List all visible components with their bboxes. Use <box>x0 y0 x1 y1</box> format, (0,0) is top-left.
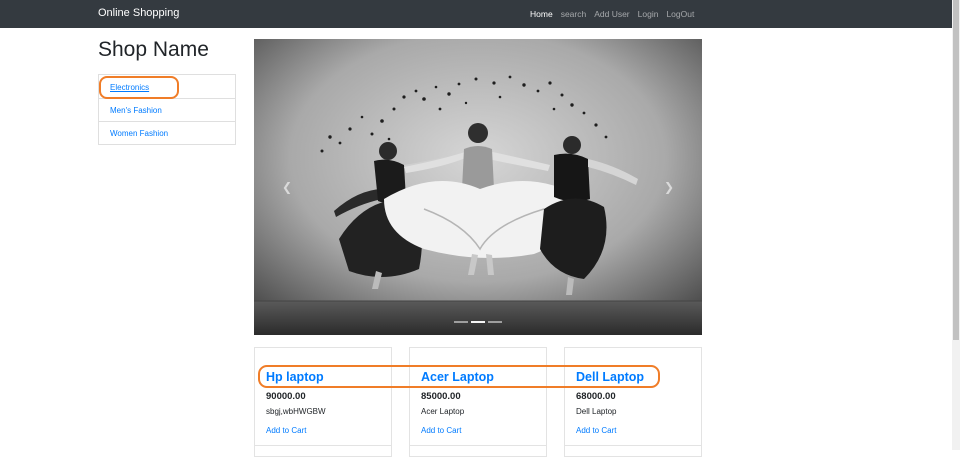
product-price: 85000.00 <box>421 391 461 402</box>
image-carousel[interactable]: ❮ ❯ <box>254 39 702 335</box>
shop-name-heading: Shop Name <box>98 38 209 61</box>
carousel-indicator[interactable] <box>488 321 502 323</box>
page-scrollbar[interactable] <box>952 0 960 450</box>
nav-link-home[interactable]: Home <box>530 9 553 19</box>
product-card: Dell Laptop 68000.00 Dell Laptop Add to … <box>564 347 702 457</box>
product-title[interactable]: Hp laptop <box>266 370 324 384</box>
nav-link-search[interactable]: search <box>561 9 587 19</box>
add-to-cart-link[interactable]: Add to Cart <box>266 426 306 435</box>
product-title[interactable]: Acer Laptop <box>421 370 494 384</box>
carousel-indicator[interactable] <box>454 321 468 323</box>
product-description: Dell Laptop <box>576 407 617 416</box>
add-to-cart-link[interactable]: Add to Cart <box>421 426 461 435</box>
product-price: 68000.00 <box>576 391 616 402</box>
carousel-indicators <box>254 321 702 323</box>
carousel-next-chevron-right-icon[interactable]: ❯ <box>662 179 676 195</box>
navbar-brand[interactable]: Online Shopping <box>98 7 179 19</box>
card-footer <box>565 445 701 446</box>
nav-link-add-user[interactable]: Add User <box>594 9 629 19</box>
card-footer <box>255 445 391 446</box>
product-card: Hp laptop 90000.00 sbgj,wbHWGBW Add to C… <box>254 347 392 457</box>
navbar-links: Home search Add User Login LogOut <box>530 9 694 19</box>
category-mens-fashion[interactable]: Men's Fashion <box>98 98 236 122</box>
carousel-prev-chevron-left-icon[interactable]: ❮ <box>280 179 294 195</box>
product-description: Acer Laptop <box>421 407 465 416</box>
product-price: 90000.00 <box>266 391 306 402</box>
nav-link-login[interactable]: Login <box>638 9 659 19</box>
product-card: Acer Laptop 85000.00 Acer Laptop Add to … <box>409 347 547 457</box>
top-navbar: Online Shopping Home search Add User Log… <box>0 0 952 28</box>
carousel-image <box>254 39 702 335</box>
card-footer <box>410 445 546 446</box>
add-to-cart-link[interactable]: Add to Cart <box>576 426 616 435</box>
nav-link-logout[interactable]: LogOut <box>666 9 694 19</box>
category-women-fashion[interactable]: Women Fashion <box>98 121 236 145</box>
category-electronics[interactable]: Electronics <box>98 74 236 99</box>
carousel-indicator[interactable] <box>471 321 485 323</box>
product-title[interactable]: Dell Laptop <box>576 370 644 384</box>
product-description: sbgj,wbHWGBW <box>266 407 326 416</box>
scrollbar-thumb[interactable] <box>953 0 959 340</box>
category-list: Electronics Men's Fashion Women Fashion <box>98 74 236 145</box>
